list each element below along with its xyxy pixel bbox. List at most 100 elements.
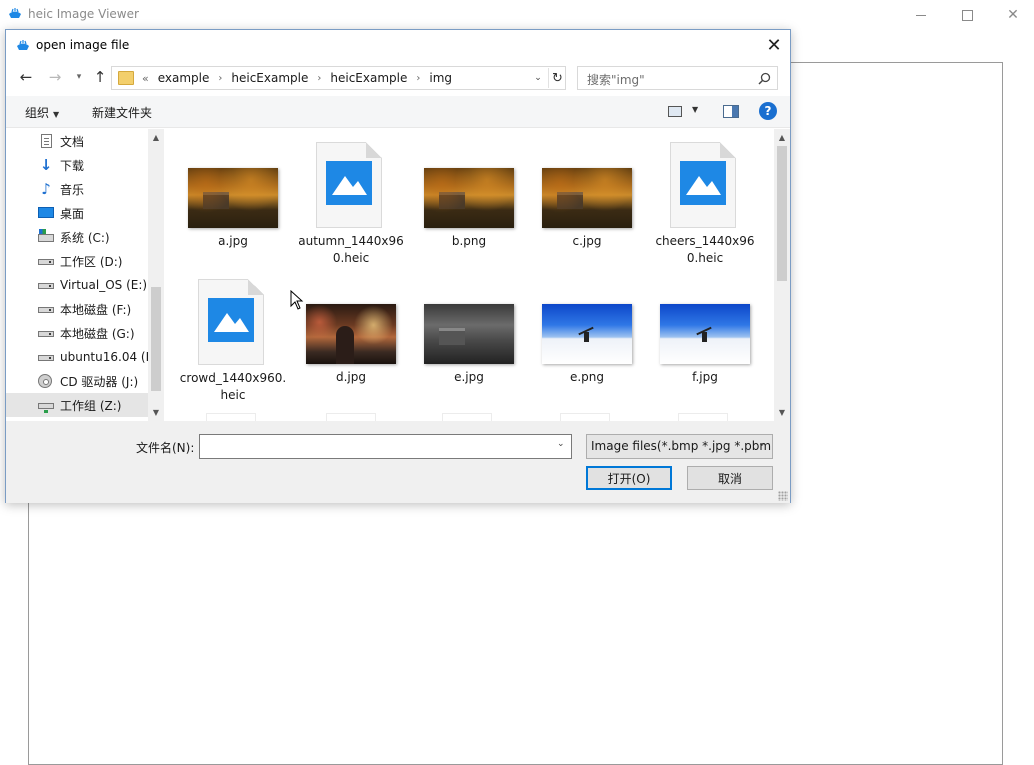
close-window-button[interactable]: ✕	[990, 0, 1034, 30]
sidebar-item-label: 音乐	[60, 182, 85, 197]
filename-field[interactable]	[199, 434, 572, 459]
chevron-right-icon[interactable]: ›	[416, 73, 420, 84]
folder-icon	[118, 71, 134, 85]
breadcrumb-overflow-icon[interactable]: «	[142, 72, 149, 85]
scroll-up-icon[interactable]: ▲	[774, 129, 790, 146]
image-thumbnail	[542, 168, 632, 228]
sidebar-item-music[interactable]: ♪ 音乐	[6, 177, 148, 201]
generic-image-file-icon	[670, 142, 736, 228]
new-folder-button[interactable]: 新建文件夹	[92, 104, 152, 121]
sidebar-item-drive-z[interactable]: 工作组 (Z:)	[6, 393, 148, 417]
partial-file-item	[442, 413, 492, 421]
sidebar-item-drive-j[interactable]: CD 驱动器 (J:)	[6, 369, 148, 393]
resize-grip-icon[interactable]	[778, 491, 788, 501]
chevron-right-icon[interactable]: ›	[317, 73, 321, 84]
downloads-icon: ↓	[39, 156, 53, 174]
file-item-a-jpg[interactable]: a.jpg	[178, 163, 288, 293]
file-list-scrollbar[interactable]: ▲ ▼	[774, 129, 790, 421]
image-icon	[680, 161, 726, 205]
file-name: b.png	[451, 234, 487, 248]
organize-button[interactable]: 组织 ▼	[25, 104, 59, 121]
filename-label: 文件名(N):	[136, 441, 195, 455]
cd-drive-icon	[38, 374, 52, 388]
file-name: crowd_1440x960.heic	[179, 371, 287, 402]
sidebar-item-desktop[interactable]: 桌面	[6, 201, 148, 225]
back-button[interactable]: ←	[15, 66, 37, 88]
dialog-title: open image file	[36, 38, 130, 52]
scrollbar-thumb[interactable]	[151, 287, 161, 391]
sidebar-item-drive-e[interactable]: Virtual_OS (E:)	[6, 273, 148, 297]
file-item-c-jpg[interactable]: c.jpg	[532, 163, 642, 293]
sidebar-item-label: 文档	[60, 134, 85, 149]
minimize-button[interactable]	[898, 0, 944, 30]
scroll-up-icon[interactable]: ▲	[148, 129, 164, 146]
sidebar-item-drive-d[interactable]: 工作区 (D:)	[6, 249, 148, 273]
partial-file-item	[206, 413, 256, 421]
address-bar[interactable]: « example › heicExample › heicExample › …	[111, 66, 566, 90]
nav-scrollbar[interactable]: ▲ ▼	[148, 129, 164, 421]
up-button[interactable]: ↑	[89, 66, 111, 88]
file-name: e.png	[569, 370, 605, 384]
chevron-down-icon[interactable]: ⌄	[530, 70, 546, 86]
image-thumbnail	[188, 168, 278, 228]
sidebar-item-label: 桌面	[60, 206, 85, 221]
sidebar-item-label: ubuntu16.04 (H	[60, 350, 148, 364]
file-name: c.jpg	[572, 234, 602, 248]
file-item-e-jpg[interactable]: e.jpg	[414, 299, 524, 421]
chevron-right-icon[interactable]: ›	[218, 73, 222, 84]
drive-icon	[38, 307, 54, 313]
open-file-dialog: open image file ✕ ← → ▾ ↑ « example › he…	[5, 29, 791, 503]
file-item-crowd-heic[interactable]: crowd_1440x960.heic	[178, 275, 288, 405]
sidebar-item-drive-h[interactable]: ubuntu16.04 (H	[6, 345, 148, 369]
sidebar-item-label: 工作组 (Z:)	[60, 398, 122, 413]
file-name: f.jpg	[692, 370, 718, 384]
scrollbar-thumb[interactable]	[777, 146, 787, 281]
desktop-icon	[38, 207, 54, 218]
system-drive-icon	[38, 229, 54, 242]
open-button[interactable]: 打开(O)	[586, 466, 672, 490]
recent-locations-button[interactable]: ▾	[68, 66, 90, 88]
file-name: cheers_1440x960.heic	[655, 234, 755, 265]
dialog-close-button[interactable]: ✕	[758, 30, 790, 60]
sidebar-item-downloads[interactable]: ↓ 下载	[6, 153, 148, 177]
partial-file-item	[678, 413, 728, 421]
file-item-f-jpg[interactable]: f.jpg	[650, 299, 760, 421]
file-item-b-png[interactable]: b.png	[414, 163, 524, 293]
scroll-down-icon[interactable]: ▼	[148, 404, 164, 421]
sidebar-item-label: 下载	[60, 158, 85, 173]
breadcrumb-item-img[interactable]: img	[429, 71, 452, 85]
chevron-down-icon[interactable]: ⌄	[557, 439, 565, 449]
chevron-down-icon: ▼	[692, 105, 699, 114]
cancel-button[interactable]: 取消	[687, 466, 773, 490]
search-input[interactable]: 搜索"img"	[577, 66, 778, 90]
sidebar-item-documents[interactable]: 文档	[6, 129, 148, 153]
sidebar-item-drive-c[interactable]: 系统 (C:)	[6, 225, 148, 249]
file-item-d-jpg[interactable]: d.jpg	[296, 299, 406, 421]
file-item-cheers-heic[interactable]: cheers_1440x960.heic	[650, 138, 760, 268]
breadcrumb-item-heicexample-2[interactable]: heicExample	[330, 71, 407, 85]
sidebar-item-label: 系统 (C:)	[60, 230, 110, 245]
refresh-button[interactable]: ↻	[548, 68, 566, 88]
change-view-button[interactable]: ▼	[668, 104, 702, 120]
image-thumbnail	[542, 304, 632, 364]
file-item-autumn-heic[interactable]: autumn_1440x960.heic	[296, 138, 406, 268]
app-logo-icon	[9, 8, 21, 18]
breadcrumb-item-example[interactable]: example	[158, 71, 210, 85]
help-icon[interactable]: ?	[759, 102, 777, 120]
forward-button[interactable]: →	[44, 66, 66, 88]
sidebar-item-drive-g[interactable]: 本地磁盘 (G:)	[6, 321, 148, 345]
file-name: a.jpg	[218, 234, 248, 248]
search-icon	[758, 72, 771, 85]
documents-icon	[41, 134, 52, 148]
sidebar-item-label: 本地磁盘 (G:)	[60, 326, 135, 341]
scroll-down-icon[interactable]: ▼	[774, 404, 790, 421]
file-type-select[interactable]: Image files(*.bmp *.jpg *.pbm	[586, 434, 773, 459]
generic-image-file-icon	[316, 142, 382, 228]
drive-icon	[38, 283, 54, 289]
sidebar-item-drive-f[interactable]: 本地磁盘 (F:)	[6, 297, 148, 321]
breadcrumb-item-heicexample[interactable]: heicExample	[231, 71, 308, 85]
file-item-e-png[interactable]: e.png	[532, 299, 642, 421]
preview-pane-icon[interactable]	[723, 105, 739, 118]
chevron-down-icon[interactable]: ⌄	[758, 439, 766, 449]
maximize-button[interactable]	[944, 0, 990, 30]
